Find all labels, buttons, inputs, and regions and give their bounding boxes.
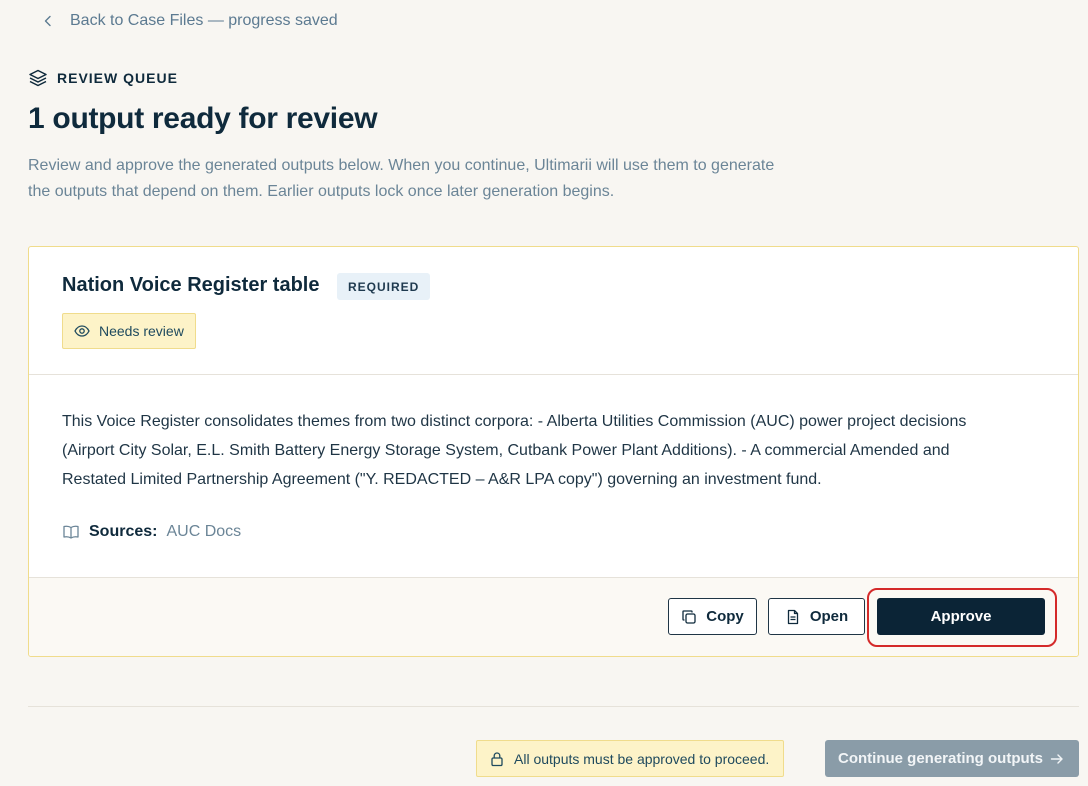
- output-card: Nation Voice Register table REQUIRED Nee…: [28, 246, 1079, 657]
- status-badge: Needs review: [62, 313, 196, 349]
- copy-icon: [682, 609, 696, 624]
- open-label: Open: [809, 608, 849, 625]
- book-icon: [63, 525, 79, 539]
- sources-label: Sources:: [89, 523, 158, 540]
- back-to-case-files-link[interactable]: Back to Case Files — progress saved: [42, 12, 338, 30]
- back-link-label: Back to Case Files — progress saved: [70, 12, 338, 29]
- continue-generating-button[interactable]: Continue generating outputs: [825, 740, 1079, 777]
- section-eyebrow: REVIEW QUEUE: [28, 68, 178, 88]
- layers-icon: [29, 69, 47, 87]
- copy-label: Copy: [706, 608, 744, 625]
- page-title: 1 output ready for review: [28, 102, 378, 135]
- notice-label: All outputs must be approved to proceed.: [514, 750, 770, 767]
- required-badge: REQUIRED: [337, 273, 431, 300]
- open-button[interactable]: Open: [768, 598, 865, 635]
- output-card-body: This Voice Register consolidates themes …: [29, 375, 1078, 578]
- output-title: Nation Voice Register table: [62, 274, 320, 296]
- eyebrow-label: REVIEW QUEUE: [57, 70, 178, 86]
- continue-label: Continue generating outputs: [838, 750, 1043, 767]
- output-summary: This Voice Register consolidates themes …: [62, 413, 967, 488]
- chevron-left-icon: [44, 15, 51, 27]
- approve-button[interactable]: Approve: [877, 598, 1045, 635]
- status-label: Needs review: [99, 323, 184, 339]
- sources-link[interactable]: AUC Docs: [166, 523, 241, 541]
- footer-divider: [28, 706, 1079, 707]
- eye-icon: [74, 325, 90, 337]
- page-intro: Review and approve the generated outputs…: [28, 157, 775, 200]
- arrow-right-icon: [1050, 753, 1063, 764]
- sources-row: Sources: AUC Docs: [62, 523, 241, 541]
- document-icon: [787, 609, 798, 624]
- output-card-actions: Copy Open Approve: [29, 578, 1078, 656]
- lock-icon: [491, 751, 503, 766]
- output-card-header: Nation Voice Register table REQUIRED Nee…: [29, 247, 1078, 375]
- copy-button[interactable]: Copy: [668, 598, 757, 635]
- approval-notice: All outputs must be approved to proceed.: [476, 740, 785, 777]
